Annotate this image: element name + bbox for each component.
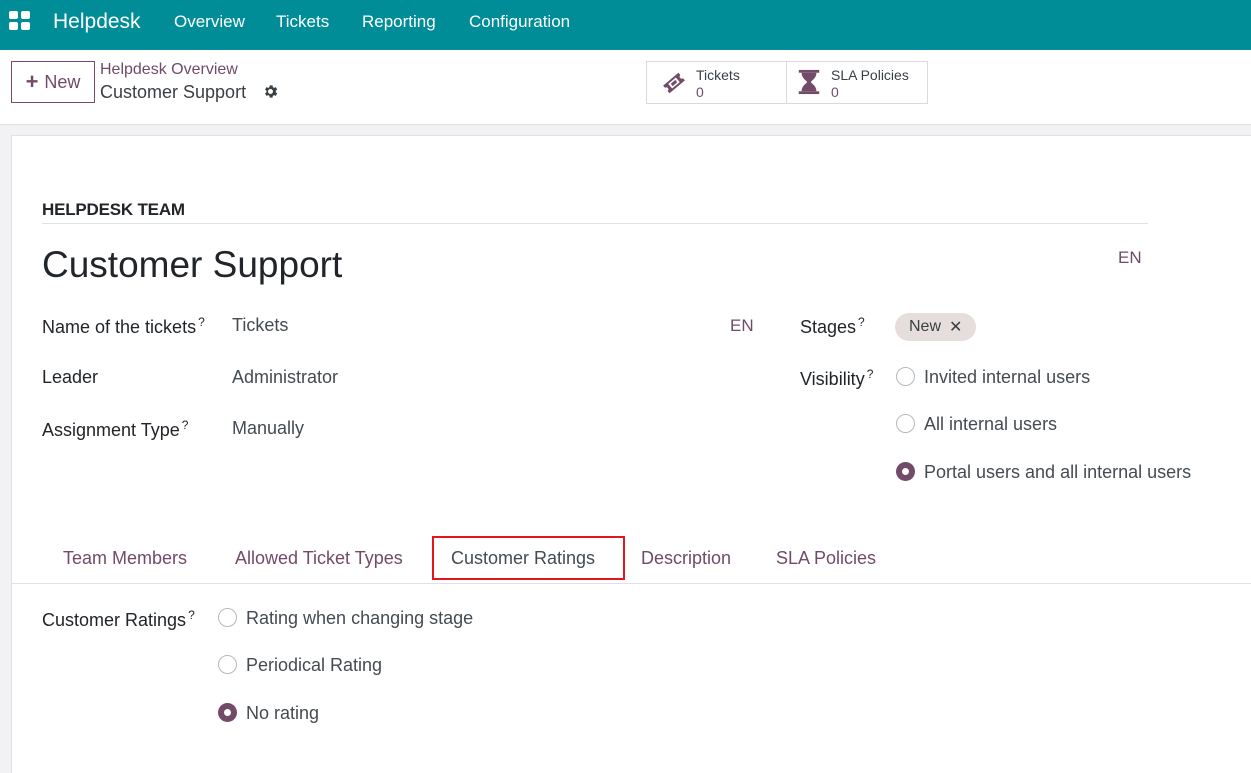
tickets-stat-label: Tickets [696,67,740,83]
sla-policies-smart-button[interactable]: SLA Policies 0 [786,61,928,104]
tab-team-members[interactable]: Team Members [63,548,187,569]
ticket-name-input[interactable]: Tickets [232,315,288,336]
sla-stat-value: 0 [831,84,839,100]
stages-label-text: Stages [800,317,857,337]
help-tooltip[interactable]: ? [182,418,189,432]
stage-tag-label: New [909,318,942,335]
form-sheet [11,135,1251,773]
hourglass-icon [798,69,820,95]
assignment-type-label-text: Assignment Type [42,420,180,440]
rating-stage-radio[interactable] [218,608,237,627]
apps-menu-icon[interactable] [9,11,31,30]
tabs-divider [12,583,1251,584]
plus-icon: + [25,69,39,94]
visibility-invited-radio[interactable] [896,367,915,386]
new-button-label: New [44,71,81,92]
ticket-name-label: Name of the tickets? [42,315,205,338]
section-divider [42,223,1148,224]
gear-icon[interactable] [262,83,279,100]
help-tooltip[interactable]: ? [867,367,874,381]
tickets-stat-value: 0 [696,84,704,100]
breadcrumb-current: Customer Support [100,82,247,102]
visibility-portal-radio[interactable] [896,462,915,481]
assignment-type-select[interactable]: Manually [232,418,304,439]
top-navbar: Helpdesk Overview Tickets Reporting Conf… [0,0,1251,50]
visibility-label-text: Visibility [800,369,865,389]
nav-configuration[interactable]: Configuration [469,12,570,32]
rating-periodical-label[interactable]: Periodical Rating [246,655,382,676]
active-tab-highlight [432,536,625,580]
help-tooltip[interactable]: ? [188,608,195,622]
remove-tag-icon[interactable]: ✕ [949,317,962,337]
ticket-name-label-text: Name of the tickets [42,317,197,337]
rating-none-label[interactable]: No rating [246,703,319,724]
breadcrumb-parent[interactable]: Helpdesk Overview [100,61,238,79]
visibility-internal-label[interactable]: All internal users [924,414,1057,435]
new-button[interactable]: + New [11,61,95,103]
team-name-lang-button[interactable]: EN [1118,248,1142,268]
help-tooltip[interactable]: ? [858,315,865,329]
visibility-invited-label[interactable]: Invited internal users [924,367,1090,388]
visibility-internal-radio[interactable] [896,414,915,433]
nav-overview[interactable]: Overview [174,12,245,32]
tab-allowed-ticket-types[interactable]: Allowed Ticket Types [235,548,403,569]
customer-ratings-label: Customer Ratings? [42,608,195,631]
rating-periodical-radio[interactable] [218,655,237,674]
nav-reporting[interactable]: Reporting [362,12,436,32]
stages-label: Stages? [800,315,865,338]
tickets-smart-button[interactable]: Tickets 0 [646,61,787,104]
customer-ratings-label-text: Customer Ratings [42,610,187,630]
rating-none-radio[interactable] [218,703,237,722]
section-label: HELPDESK TEAM [42,200,185,219]
ticket-icon [663,72,685,94]
app-brand[interactable]: Helpdesk [53,10,141,34]
ticket-name-lang-button[interactable]: EN [730,316,754,336]
team-name-field[interactable]: Customer Support [42,244,342,286]
leader-label: Leader [42,367,99,387]
assignment-type-label: Assignment Type? [42,418,188,441]
nav-tickets[interactable]: Tickets [276,12,329,32]
visibility-label: Visibility? [800,367,873,390]
rating-stage-label[interactable]: Rating when changing stage [246,608,473,629]
leader-input[interactable]: Administrator [232,367,338,388]
tab-description[interactable]: Description [641,548,731,569]
sla-stat-label: SLA Policies [831,67,909,83]
control-panel: + New Helpdesk Overview Customer Support… [0,50,1251,125]
tab-sla-policies[interactable]: SLA Policies [776,548,876,569]
stage-tag[interactable]: New ✕ [895,313,976,341]
visibility-portal-label[interactable]: Portal users and all internal users [924,462,1191,483]
help-tooltip[interactable]: ? [198,315,205,329]
